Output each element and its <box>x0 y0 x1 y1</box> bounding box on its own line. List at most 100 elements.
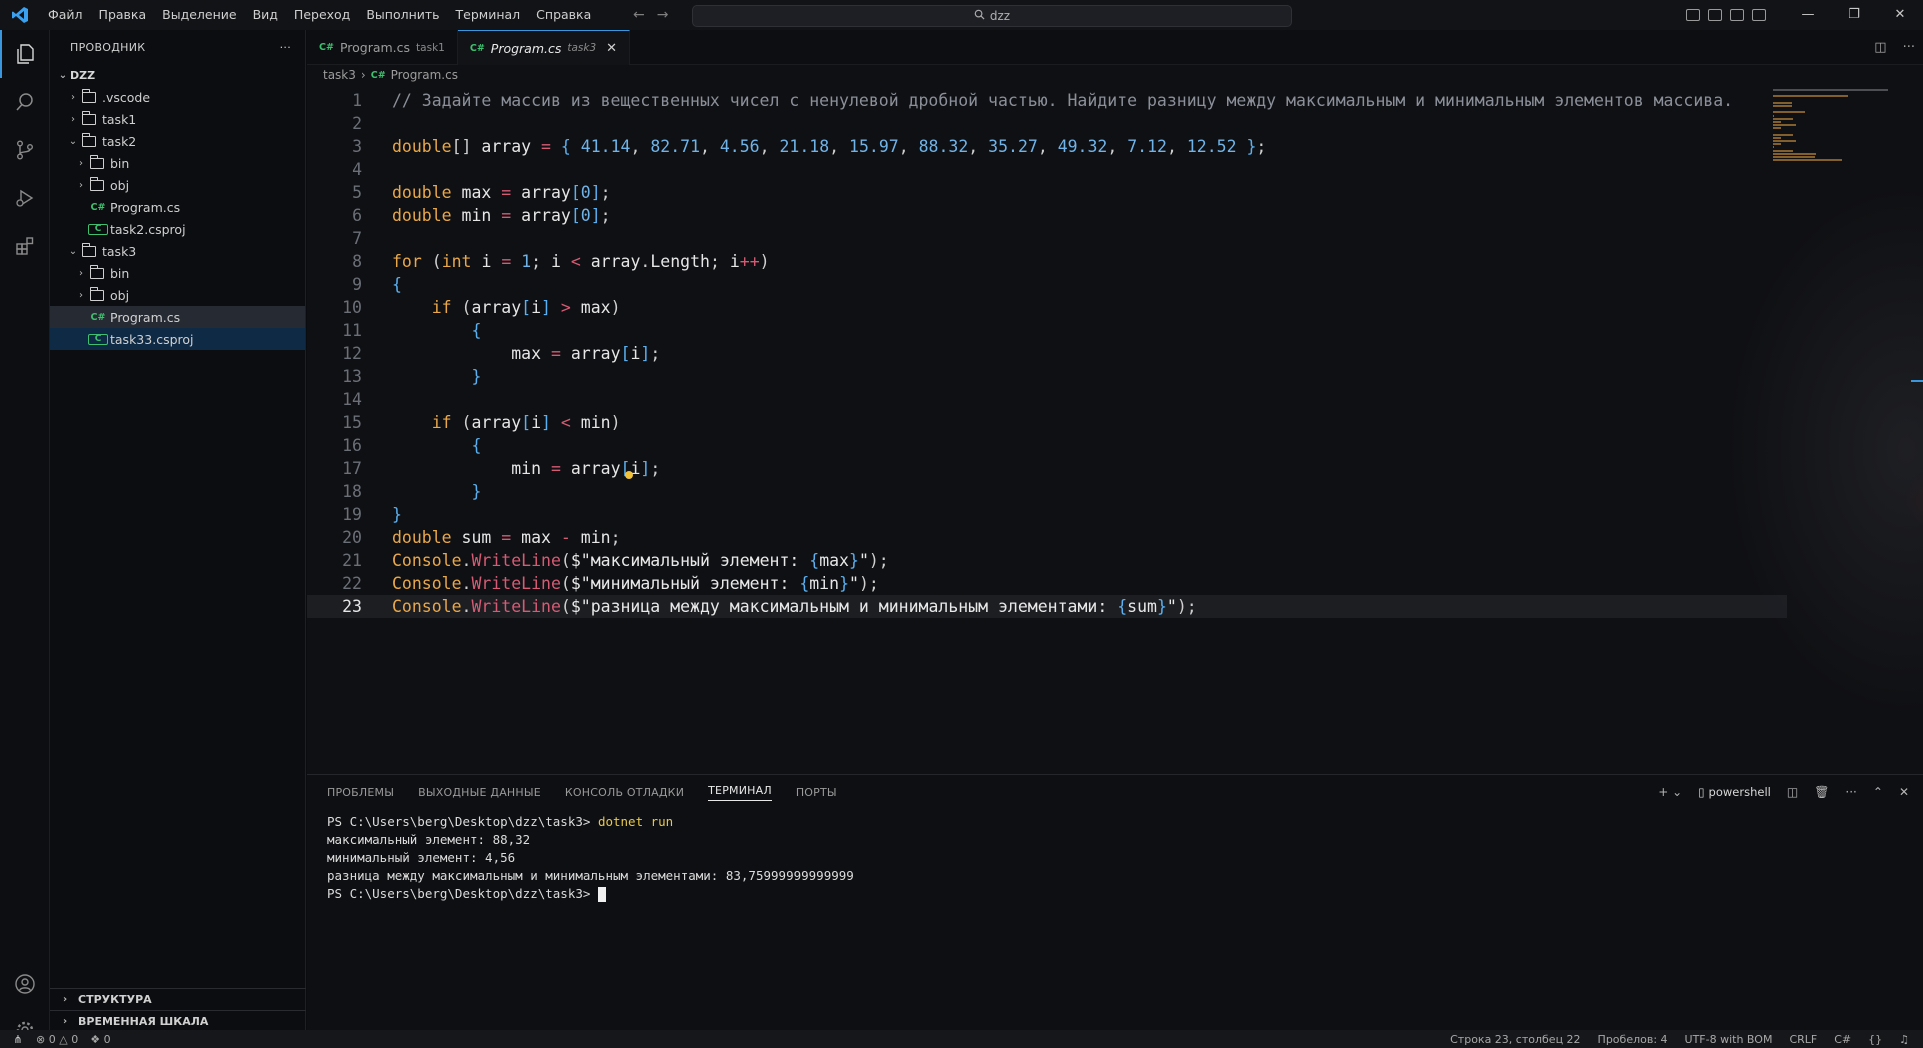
indentation[interactable]: Пробелов: 4 <box>1598 1033 1668 1046</box>
tree-folder[interactable]: › task1 <box>50 108 305 130</box>
accounts-icon[interactable] <box>0 960 50 1008</box>
code-token: 0 <box>580 206 591 225</box>
tab-program-cs-task1[interactable]: C# Program.cs task1 <box>307 30 458 65</box>
menu-go[interactable]: Переход <box>286 0 358 30</box>
menu-terminal[interactable]: Терминал <box>448 0 529 30</box>
code-token: } <box>471 482 482 501</box>
customize-layout-icon[interactable] <box>1752 9 1766 21</box>
run-and-debug-icon[interactable] <box>0 174 50 222</box>
trash-icon[interactable]: 🗑 <box>1814 785 1829 799</box>
tree-folder[interactable]: › obj <box>50 284 305 306</box>
code-token: if <box>431 298 452 317</box>
lightbulb-icon[interactable] <box>625 471 633 479</box>
source-control-icon[interactable] <box>0 126 50 174</box>
menu-view[interactable]: Вид <box>245 0 286 30</box>
command-center-search[interactable]: dzz <box>692 5 1292 27</box>
split-editor-icon[interactable]: ◫ <box>1874 40 1886 55</box>
more-actions-icon[interactable]: ··· <box>280 41 291 54</box>
more-actions-icon[interactable]: ··· <box>1903 40 1915 55</box>
close-panel-icon[interactable]: ✕ <box>1899 785 1909 799</box>
toggle-primary-sidebar-icon[interactable] <box>1686 9 1700 21</box>
tab-debug-console[interactable]: КОНСОЛЬ ОТЛАДКИ <box>565 786 684 799</box>
tree-folder[interactable]: › bin <box>50 262 305 284</box>
breadcrumb-folder[interactable]: task3 <box>323 68 356 82</box>
code-token: ; <box>600 183 611 202</box>
tab-terminal[interactable]: ТЕРМИНАЛ <box>708 784 772 801</box>
close-tab-icon[interactable]: ✕ <box>606 41 617 56</box>
code-token: WriteLine <box>471 551 561 570</box>
tree-folder[interactable]: › obj <box>50 174 305 196</box>
terminal-output[interactable]: PS C:\Users\berg\Desktop\dzz\task3> dotn… <box>307 809 1923 907</box>
braces-icon[interactable]: {} <box>1868 1033 1882 1046</box>
tree-folder[interactable]: ⌄ task3 <box>50 240 305 262</box>
code-token: . <box>640 252 651 271</box>
line-number: 3 <box>352 137 362 156</box>
breadcrumb: task3 › C# Program.cs <box>307 65 1923 85</box>
code-token: = <box>501 183 512 202</box>
menu-run[interactable]: Выполнить <box>358 0 447 30</box>
code-token: min <box>580 528 611 547</box>
remote-indicator-icon[interactable]: ⋔ <box>0 1030 36 1048</box>
tree-file[interactable]: Ctask33.csproj <box>50 328 305 350</box>
new-terminal-icon[interactable]: + ⌄ <box>1658 785 1682 799</box>
cursor-position[interactable]: Строка 23, столбец 22 <box>1450 1033 1580 1046</box>
code-token: 12.52 <box>1186 137 1237 156</box>
tree-folder[interactable]: ⌄ task2 <box>50 130 305 152</box>
minimap[interactable] <box>1773 89 1893 189</box>
minimize-icon[interactable]: — <box>1785 0 1831 30</box>
end-of-line[interactable]: CRLF <box>1789 1033 1817 1046</box>
problems-status[interactable]: ⊗ 0 △ 0 <box>36 1033 78 1046</box>
code-token: { <box>799 574 810 593</box>
search-view-icon[interactable] <box>0 78 50 126</box>
outline-section[interactable]: › СТРУКТУРА <box>50 988 306 1010</box>
close-window-icon[interactable]: ✕ <box>1877 0 1923 30</box>
more-actions-icon[interactable]: ··· <box>1845 785 1856 799</box>
tree-folder[interactable]: › bin <box>50 152 305 174</box>
ports-count: 0 <box>103 1032 111 1046</box>
workspace-root[interactable]: ⌄ DZZ <box>50 64 305 86</box>
notifications-bell-icon[interactable]: ♫ <box>1899 1033 1909 1046</box>
tree-folder[interactable]: › .vscode <box>50 86 305 108</box>
shell-name: powershell <box>1708 785 1771 799</box>
timeline-section[interactable]: › ВРЕМЕННАЯ ШКАЛА <box>50 1010 306 1032</box>
explorer-icon[interactable] <box>0 30 50 78</box>
line-number: 21 <box>342 551 362 570</box>
terminal-icon: ▯ <box>1698 785 1705 799</box>
tree-file[interactable]: C# Program.cs <box>50 306 305 328</box>
split-terminal-icon[interactable]: ◫ <box>1787 785 1798 799</box>
maximize-panel-icon[interactable]: ⌃ <box>1873 785 1883 799</box>
tab-problems[interactable]: ПРОБЛЕМЫ <box>327 786 394 799</box>
toggle-secondary-sidebar-icon[interactable] <box>1730 9 1744 21</box>
tree-file[interactable]: Ctask2.csproj <box>50 218 305 240</box>
menu-selection[interactable]: Выделение <box>154 0 244 30</box>
language-mode[interactable]: C# <box>1834 1033 1851 1046</box>
menu-edit[interactable]: Правка <box>91 0 155 30</box>
terminal-shell-selector[interactable]: ▯ powershell <box>1698 785 1771 799</box>
code-token: double <box>392 206 452 225</box>
code-token: " <box>1166 597 1177 616</box>
extensions-icon[interactable] <box>0 222 50 270</box>
minimap-line <box>1773 120 1781 123</box>
chevron-right-icon: › <box>79 179 83 191</box>
encoding[interactable]: UTF-8 with BOM <box>1685 1033 1773 1046</box>
menu-file[interactable]: Файл <box>40 0 91 30</box>
forward-arrow-icon[interactable]: → <box>657 7 669 23</box>
back-arrow-icon[interactable]: ← <box>633 7 645 23</box>
toggle-panel-icon[interactable] <box>1708 9 1722 21</box>
menu-help[interactable]: Справка <box>528 0 599 30</box>
restore-icon[interactable]: ❐ <box>1831 0 1877 30</box>
ports-status[interactable]: ❖ 0 <box>90 1033 110 1046</box>
code-token: max <box>819 551 849 570</box>
tab-ports[interactable]: ПОРТЫ <box>796 786 837 799</box>
code-editor[interactable]: 1 // Задайте массив из вещественных чисел… <box>307 89 1787 618</box>
breadcrumb-file[interactable]: Program.cs <box>391 68 458 82</box>
tree-file[interactable]: C# Program.cs <box>50 196 305 218</box>
tab-program-cs-task3[interactable]: C# Program.cs task3 ✕ <box>457 30 631 65</box>
tab-output[interactable]: ВЫХОДНЫЕ ДАННЫЕ <box>418 786 541 799</box>
csharp-file-icon: C# <box>90 201 106 213</box>
